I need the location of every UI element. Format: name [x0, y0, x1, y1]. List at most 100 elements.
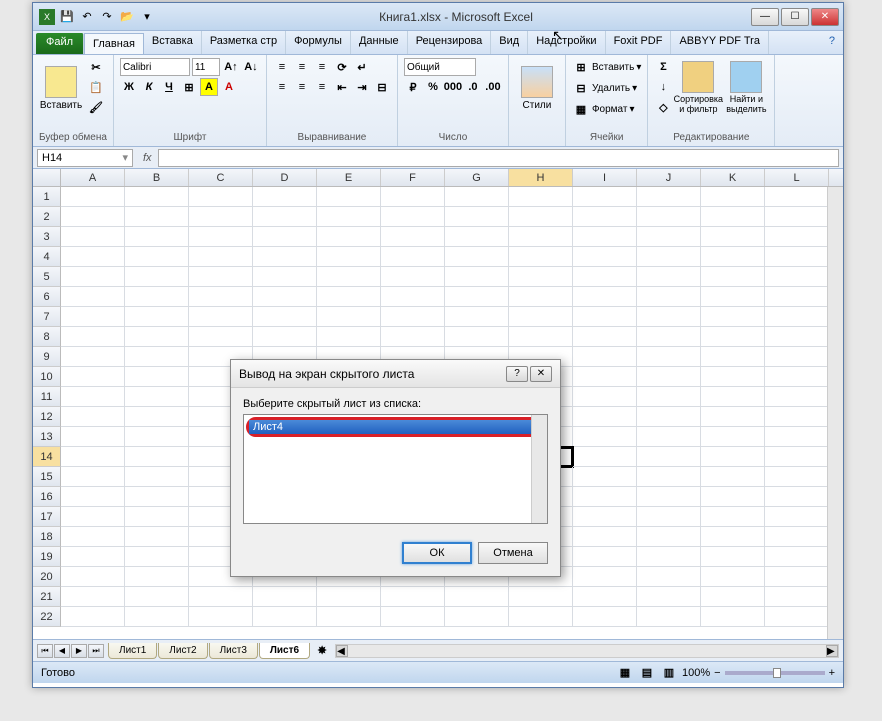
row-header[interactable]: 15: [33, 467, 61, 487]
tab-review[interactable]: Рецензирова: [408, 31, 492, 54]
cell[interactable]: [509, 587, 573, 607]
cell[interactable]: [61, 387, 125, 407]
cell[interactable]: [637, 387, 701, 407]
view-layout-icon[interactable]: ▤: [638, 664, 656, 682]
cell[interactable]: [445, 287, 509, 307]
sheet-last-icon[interactable]: ⏭: [88, 644, 104, 658]
row-header[interactable]: 1: [33, 187, 61, 207]
row-header[interactable]: 19: [33, 547, 61, 567]
cell[interactable]: [765, 227, 829, 247]
cell[interactable]: [317, 227, 381, 247]
cell[interactable]: [125, 447, 189, 467]
row-header[interactable]: 22: [33, 607, 61, 627]
cell[interactable]: [701, 607, 765, 627]
cell[interactable]: [573, 547, 637, 567]
cell[interactable]: [765, 187, 829, 207]
cell[interactable]: [61, 447, 125, 467]
cell[interactable]: [637, 207, 701, 227]
number-format-combo[interactable]: [404, 58, 476, 76]
cell[interactable]: [189, 267, 253, 287]
cell[interactable]: [61, 587, 125, 607]
cell[interactable]: [701, 207, 765, 227]
row-header[interactable]: 2: [33, 207, 61, 227]
cell[interactable]: [701, 367, 765, 387]
format-painter-icon[interactable]: 🖌: [87, 98, 105, 116]
find-select-button[interactable]: Найти и выделить: [724, 58, 768, 118]
cell[interactable]: [125, 367, 189, 387]
cell[interactable]: [637, 367, 701, 387]
cell[interactable]: [765, 527, 829, 547]
cell[interactable]: [253, 327, 317, 347]
col-header-D[interactable]: D: [253, 169, 317, 186]
indent-inc-icon[interactable]: ⇥: [353, 78, 371, 96]
cell[interactable]: [61, 327, 125, 347]
autosum-icon[interactable]: Σ: [654, 58, 672, 76]
cell[interactable]: [637, 487, 701, 507]
cell[interactable]: [637, 427, 701, 447]
cell[interactable]: [573, 527, 637, 547]
sheet-first-icon[interactable]: ⏮: [37, 644, 53, 658]
cell[interactable]: [381, 587, 445, 607]
cell[interactable]: [125, 287, 189, 307]
cell[interactable]: [381, 227, 445, 247]
cell[interactable]: [445, 327, 509, 347]
cell[interactable]: [573, 267, 637, 287]
cell[interactable]: [637, 307, 701, 327]
cell[interactable]: [125, 607, 189, 627]
font-size-combo[interactable]: [192, 58, 220, 76]
cell[interactable]: [637, 567, 701, 587]
cell[interactable]: [573, 287, 637, 307]
row-header[interactable]: 13: [33, 427, 61, 447]
cell[interactable]: [573, 367, 637, 387]
cell[interactable]: [765, 247, 829, 267]
cell[interactable]: [125, 407, 189, 427]
cancel-button[interactable]: Отмена: [478, 542, 548, 564]
dialog-help-icon[interactable]: ?: [506, 366, 528, 382]
row-header[interactable]: 16: [33, 487, 61, 507]
cell[interactable]: [573, 327, 637, 347]
name-box[interactable]: H14▾: [37, 149, 133, 167]
cell[interactable]: [765, 307, 829, 327]
merge-button[interactable]: ⊟: [373, 78, 391, 96]
row-header[interactable]: 11: [33, 387, 61, 407]
cell[interactable]: [765, 387, 829, 407]
cell[interactable]: [317, 267, 381, 287]
align-bot-icon[interactable]: ≡: [313, 58, 331, 76]
cell[interactable]: [253, 307, 317, 327]
cell[interactable]: [125, 247, 189, 267]
col-header-C[interactable]: C: [189, 169, 253, 186]
save-icon[interactable]: 💾: [59, 9, 75, 25]
cell[interactable]: [381, 307, 445, 327]
cell[interactable]: [701, 547, 765, 567]
styles-button[interactable]: Стили: [515, 58, 559, 118]
row-header[interactable]: 9: [33, 347, 61, 367]
cell[interactable]: [765, 267, 829, 287]
col-header-L[interactable]: L: [765, 169, 829, 186]
cell[interactable]: [765, 327, 829, 347]
cell[interactable]: [61, 427, 125, 447]
cell[interactable]: [701, 527, 765, 547]
cell[interactable]: [253, 607, 317, 627]
cell[interactable]: [701, 247, 765, 267]
row-header[interactable]: 8: [33, 327, 61, 347]
cell[interactable]: [445, 587, 509, 607]
cell[interactable]: [317, 587, 381, 607]
row-header[interactable]: 12: [33, 407, 61, 427]
cell[interactable]: [573, 247, 637, 267]
open-icon[interactable]: 📂: [119, 9, 135, 25]
cell[interactable]: [765, 547, 829, 567]
row-header[interactable]: 14: [33, 447, 61, 467]
tab-addins[interactable]: Надстройки: [528, 31, 605, 54]
cell[interactable]: [573, 227, 637, 247]
cell[interactable]: [573, 487, 637, 507]
underline-button[interactable]: Ч: [160, 78, 178, 96]
cell[interactable]: [637, 547, 701, 567]
cell[interactable]: [125, 267, 189, 287]
italic-button[interactable]: К: [140, 78, 158, 96]
new-icon[interactable]: ▾: [139, 9, 155, 25]
cell[interactable]: [445, 227, 509, 247]
border-button[interactable]: ⊞: [180, 78, 198, 96]
cell[interactable]: [701, 407, 765, 427]
cell[interactable]: [317, 287, 381, 307]
tab-formulas[interactable]: Формулы: [286, 31, 351, 54]
